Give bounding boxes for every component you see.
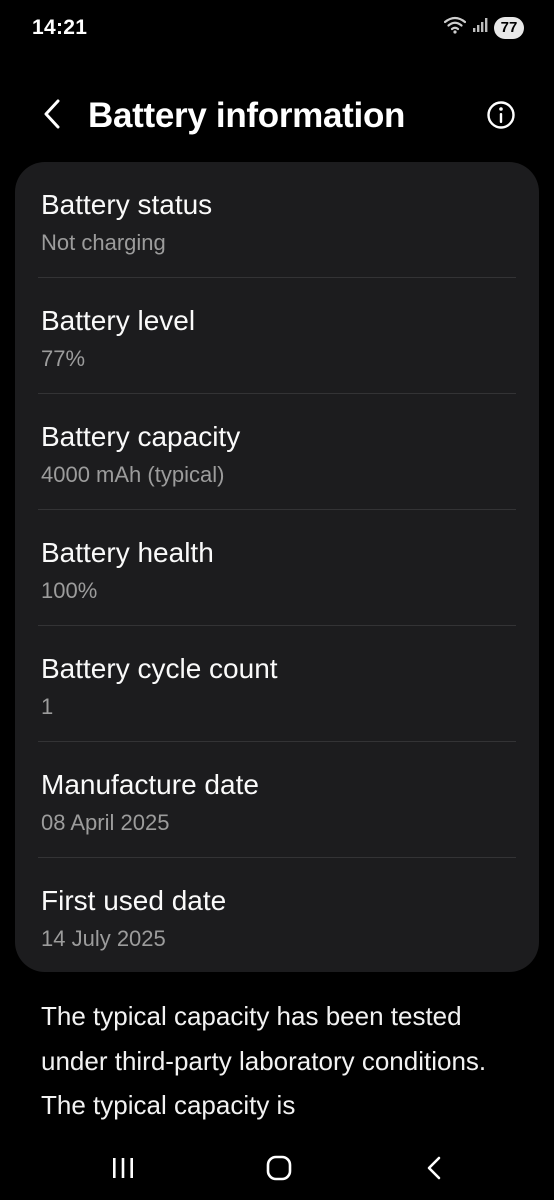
row-value: 4000 mAh (typical) — [41, 462, 225, 487]
row-value: 77% — [41, 346, 86, 371]
battery-info-card: Battery status Not charging Battery leve… — [15, 162, 539, 972]
signal-icon — [472, 17, 488, 38]
home-button[interactable] — [259, 1152, 299, 1188]
row-title: Battery cycle count — [41, 653, 278, 684]
page-title: Battery information — [88, 96, 406, 135]
row-value: 1 — [41, 694, 54, 719]
recents-button[interactable] — [103, 1152, 143, 1188]
capacity-note: The typical capacity has been tested und… — [41, 1001, 487, 1120]
row-title: Battery status — [41, 189, 213, 220]
row-value: Not charging — [41, 230, 166, 255]
info-icon — [486, 101, 516, 134]
manufacture-date-row[interactable]: Manufacture date 08 April 2025 — [15, 742, 539, 858]
nav-back-icon — [426, 1156, 442, 1185]
battery-level-row[interactable]: Battery level 77% — [15, 278, 539, 394]
row-title: First used date — [41, 885, 227, 916]
first-used-date-row[interactable]: First used date 14 July 2025 — [15, 858, 539, 972]
nav-back-button[interactable] — [414, 1152, 454, 1188]
recents-icon — [111, 1157, 135, 1184]
battery-indicator: 77 — [494, 16, 524, 39]
battery-capacity-row[interactable]: Battery capacity 4000 mAh (typical) — [15, 394, 539, 510]
battery-health-row[interactable]: Battery health 100% — [15, 510, 539, 626]
status-icons: 77 — [443, 16, 524, 39]
row-value: 14 July 2025 — [41, 926, 166, 951]
row-title: Battery health — [41, 537, 214, 568]
row-value: 08 April 2025 — [41, 810, 170, 835]
navigation-bar — [0, 1140, 554, 1200]
status-time: 14:21 — [32, 16, 88, 39]
header: Battery information — [0, 88, 554, 148]
row-title: Battery capacity — [41, 421, 241, 452]
back-button[interactable] — [34, 98, 70, 134]
row-value: 100% — [41, 578, 98, 603]
info-button[interactable] — [486, 100, 516, 130]
home-icon — [266, 1155, 292, 1186]
battery-status-row[interactable]: Battery status Not charging — [15, 162, 539, 278]
battery-cycle-count-row[interactable]: Battery cycle count 1 — [15, 626, 539, 742]
wifi-icon — [443, 16, 467, 39]
status-bar: 14:21 77 — [0, 0, 554, 56]
back-arrow-icon — [42, 98, 62, 135]
row-title: Battery level — [41, 305, 196, 336]
row-title: Manufacture date — [41, 769, 259, 800]
